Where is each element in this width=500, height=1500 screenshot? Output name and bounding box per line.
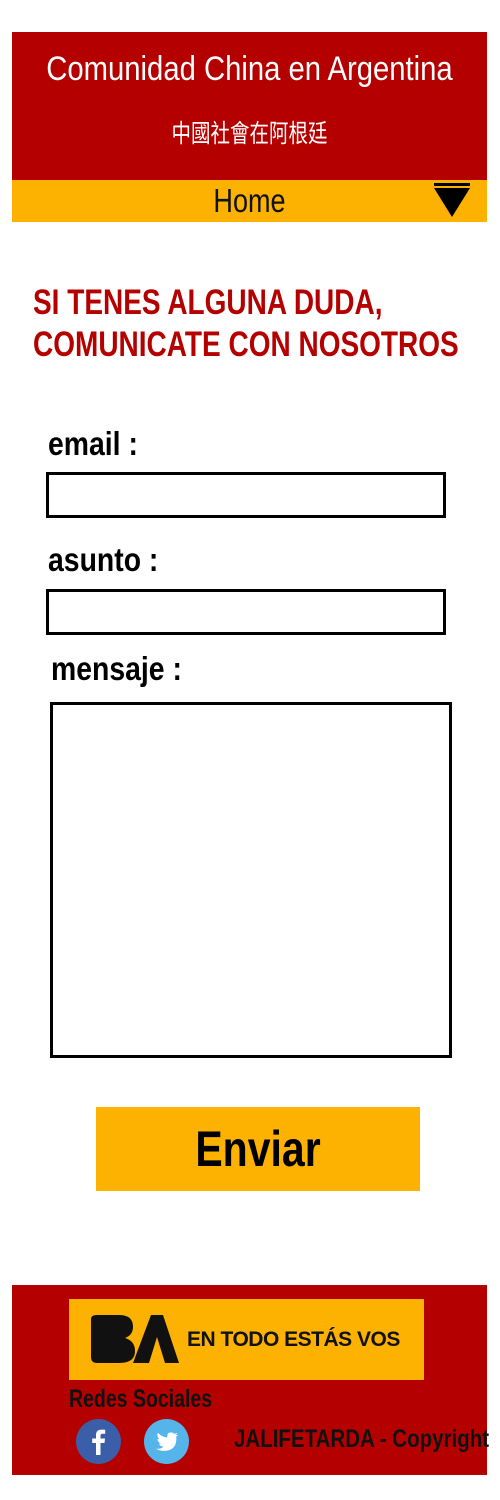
message-textarea[interactable] — [50, 702, 452, 1058]
facebook-icon[interactable] — [76, 1419, 121, 1464]
ba-logo: BA — [89, 1313, 179, 1365]
site-header: Comunidad China en Argentina 中國社會在阿根廷 — [12, 32, 487, 180]
site-title: Comunidad China en Argentina — [46, 50, 453, 88]
send-button-label: Enviar — [195, 1121, 321, 1177]
triangle-down-icon[interactable] — [433, 182, 471, 218]
subject-label: asunto : — [48, 541, 159, 578]
nav-bar: Home — [12, 180, 487, 222]
message-label: mensaje : — [51, 650, 182, 687]
contact-heading-line2: COMUNICATE CON NOSOTROS — [33, 325, 459, 364]
contact-heading: SI TENES ALGUNA DUDA, COMUNICATE CON NOS… — [33, 282, 459, 366]
nav-home-link[interactable]: Home — [55, 180, 445, 222]
subject-field[interactable] — [46, 589, 446, 635]
social-title: Redes Sociales — [69, 1385, 213, 1413]
send-button[interactable]: Enviar — [96, 1107, 420, 1191]
site-footer: BA EN TODO ESTÁS VOS Redes Sociales JALI… — [12, 1285, 490, 1475]
ba-banner-text: EN TODO ESTÁS VOS — [187, 1328, 400, 1351]
site-subtitle: 中國社會在阿根廷 — [171, 119, 328, 148]
email-field[interactable] — [46, 472, 446, 518]
email-label: email : — [48, 425, 138, 462]
copyright-text: JALIFETARDA - Copyright — [234, 1425, 490, 1453]
twitter-icon[interactable] — [144, 1419, 189, 1464]
contact-heading-line1: SI TENES ALGUNA DUDA, — [33, 283, 383, 322]
ba-banner[interactable]: BA EN TODO ESTÁS VOS — [69, 1299, 424, 1380]
